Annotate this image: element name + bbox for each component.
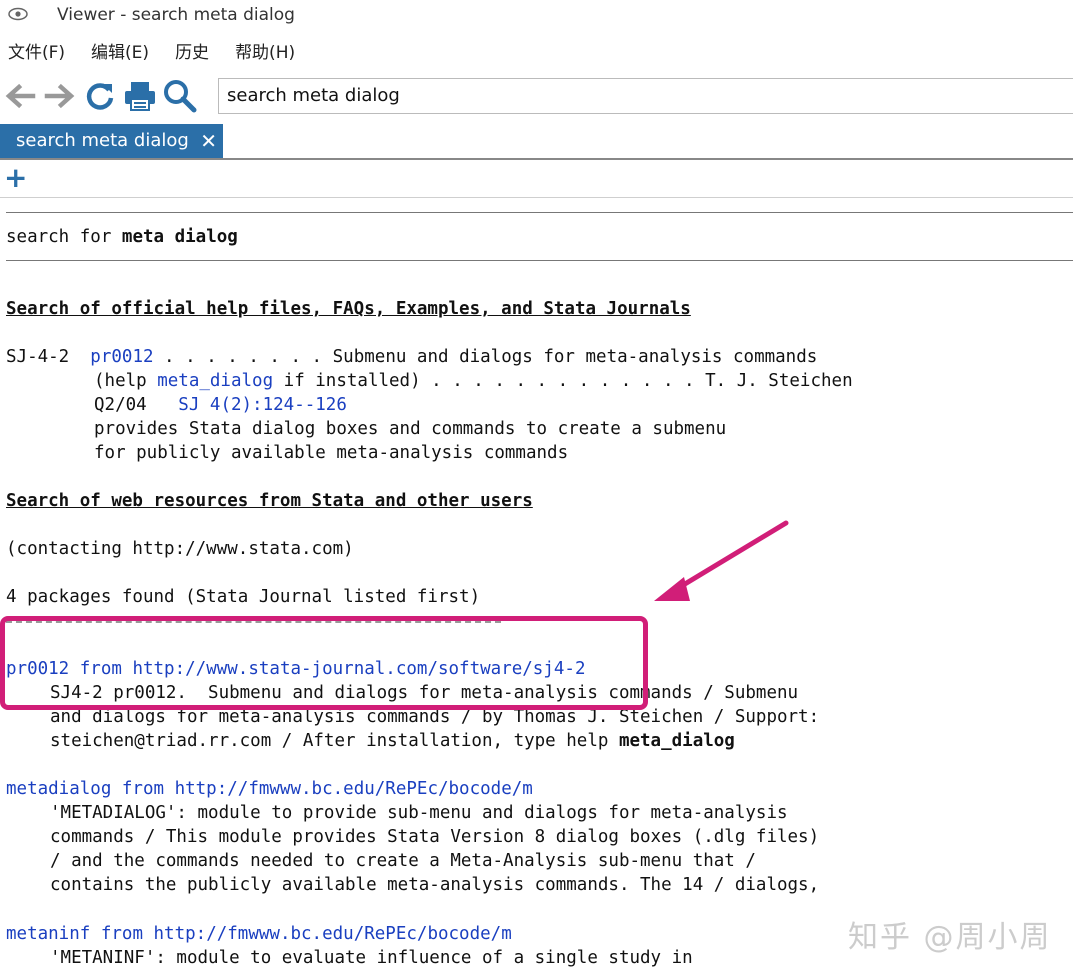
highlight-box bbox=[0, 616, 648, 710]
package-desc-line: 'METANINF': module to evaluate influence… bbox=[50, 948, 693, 968]
back-arrow-icon[interactable] bbox=[0, 76, 40, 116]
menu-history[interactable]: 历史 bbox=[175, 38, 209, 63]
new-tab-plus-icon[interactable]: + bbox=[4, 163, 27, 193]
annotation-arrow-icon bbox=[654, 520, 789, 601]
menu-file[interactable]: 文件(F) bbox=[8, 38, 65, 63]
package-desc-line: steichen@triad.rr.com / After installati… bbox=[50, 729, 735, 753]
package-desc-line: 'METADIALOG': module to provide sub-menu… bbox=[50, 803, 788, 823]
help-suffix: if installed) . . . . . . . . . . . . . … bbox=[273, 371, 853, 391]
official-line-3: Q2/04 SJ 4(2):124--126 bbox=[94, 393, 347, 417]
package-link[interactable]: metaninf bbox=[6, 924, 90, 944]
official-date: Q2/04 bbox=[94, 395, 147, 415]
from-text: from bbox=[111, 779, 175, 799]
menu-edit[interactable]: 编辑(E) bbox=[91, 38, 149, 63]
address-input[interactable]: search meta dialog bbox=[218, 78, 1073, 114]
package-link[interactable]: metadialog bbox=[6, 779, 111, 799]
official-line-4: provides Stata dialog boxes and commands… bbox=[94, 419, 727, 439]
from-text: from bbox=[90, 924, 154, 944]
package-url-link[interactable]: http://fmwww.bc.edu/RePEc/bocode/m bbox=[175, 779, 533, 799]
help-prefix: (help bbox=[94, 371, 158, 391]
journal-link[interactable]: SJ 4(2):124--126 bbox=[178, 395, 347, 415]
tab-bar: search meta dialog ✕ bbox=[0, 124, 1073, 160]
section-web-heading: Search of web resources from Stata and o… bbox=[6, 491, 533, 511]
section-official-heading: Search of official help files, FAQs, Exa… bbox=[6, 299, 691, 319]
install-command: meta_dialog bbox=[618, 731, 735, 751]
watermark: 知乎 @周小周 bbox=[848, 920, 1052, 955]
package-url-link[interactable]: http://fmwww.bc.edu/RePEc/bocode/m bbox=[154, 924, 512, 944]
tab-search-meta-dialog[interactable]: search meta dialog ✕ bbox=[0, 124, 223, 158]
install-hint: steichen@triad.rr.com / After installati… bbox=[50, 731, 619, 751]
refresh-icon[interactable] bbox=[80, 76, 120, 116]
dots: . . . . . . . . bbox=[153, 347, 333, 367]
found-text: 4 packages found (Stata Journal listed f… bbox=[6, 587, 481, 607]
search-icon[interactable] bbox=[160, 76, 200, 116]
title-bar: Viewer - search meta dialog bbox=[0, 0, 1073, 30]
close-icon[interactable]: ✕ bbox=[200, 124, 217, 158]
search-header: search for meta dialog bbox=[6, 225, 238, 249]
journal-id: SJ-4-2 bbox=[6, 347, 70, 367]
pkg-link[interactable]: pr0012 bbox=[90, 347, 153, 367]
package-desc-line: contains the publicly available meta-ana… bbox=[50, 875, 820, 895]
package-desc-line: commands / This module provides Stata Ve… bbox=[50, 827, 820, 847]
divider bbox=[0, 197, 1073, 198]
window-title: Viewer - search meta dialog bbox=[57, 5, 295, 25]
official-line-1: SJ-4-2 pr0012 . . . . . . . . Submenu an… bbox=[6, 345, 817, 369]
print-icon[interactable] bbox=[120, 76, 160, 116]
menu-help[interactable]: 帮助(H) bbox=[235, 38, 295, 63]
divider bbox=[6, 260, 1073, 261]
eye-icon bbox=[8, 6, 30, 25]
menu-bar: 文件(F) 编辑(E) 历史 帮助(H) bbox=[0, 34, 313, 66]
forward-arrow-icon[interactable] bbox=[40, 76, 80, 116]
package-desc-line: / and the commands needed to create a Me… bbox=[50, 851, 756, 871]
divider bbox=[6, 212, 1073, 213]
search-term: meta dialog bbox=[121, 227, 238, 247]
package-header: metadialog from http://fmwww.bc.edu/RePE… bbox=[6, 777, 533, 801]
official-line-2: (help meta_dialog if installed) . . . . … bbox=[94, 369, 853, 393]
help-link[interactable]: meta_dialog bbox=[157, 371, 273, 391]
contacting-text: (contacting http://www.stata.com) bbox=[6, 539, 354, 559]
search-prefix: search for bbox=[6, 227, 122, 247]
official-desc: Submenu and dialogs for meta-analysis co… bbox=[332, 347, 818, 367]
official-line-5: for publicly available meta-analysis com… bbox=[94, 443, 569, 463]
package-header: metaninf from http://fmwww.bc.edu/RePEc/… bbox=[6, 922, 512, 946]
tab-label: search meta dialog bbox=[16, 130, 189, 151]
